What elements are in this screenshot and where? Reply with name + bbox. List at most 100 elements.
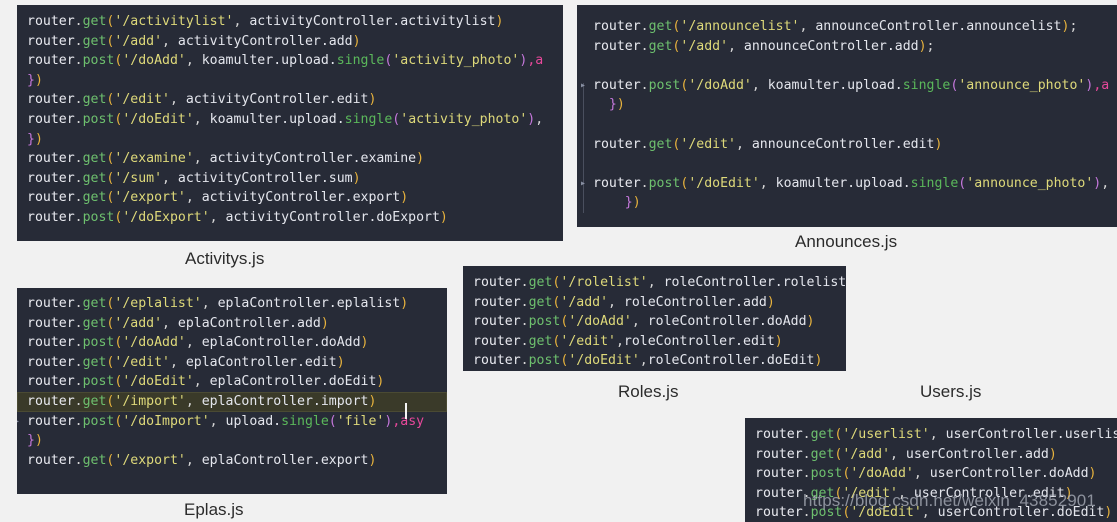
code-line[interactable]: router.get('/activitylist', activityCont… [17, 12, 563, 32]
code-block-announces[interactable]: router.get('/announcelist', announceCont… [577, 5, 1117, 227]
code-line[interactable]: router.get('/import', eplaController.imp… [17, 391, 447, 412]
code-token: '/examine' [114, 151, 194, 167]
code-block-activitys[interactable]: router.get('/activitylist', activityCont… [17, 5, 563, 241]
code-token: get [810, 427, 835, 442]
code-line[interactable]: router.post('/doAdd', koamulter.upload.s… [17, 51, 563, 71]
code-line[interactable]: ▸ router.post('/doImport', upload.single(… [17, 412, 447, 432]
code-line[interactable] [583, 154, 1117, 174]
code-line[interactable]: router.get('/edit', userController.edit) [745, 484, 1117, 504]
code-token: . [74, 315, 83, 331]
code-token: , [185, 53, 202, 69]
code-token: '/import' [114, 393, 186, 409]
code-token: '/doImport' [122, 413, 210, 429]
code-block-users[interactable]: router.get('/userlist', userController.u… [745, 418, 1117, 522]
code-token: '/doEdit' [688, 175, 760, 191]
code-token: '/doAdd' [568, 314, 632, 330]
code-token: , [185, 452, 202, 468]
code-line[interactable]: router.get('/add', activityController.ad… [17, 32, 563, 52]
code-token: , [759, 175, 776, 191]
code-token: ) [34, 72, 43, 88]
code-line[interactable]: router.post('/doEdit', userController.do… [745, 503, 1117, 522]
code-line[interactable]: }) [17, 71, 563, 91]
code-token: get [648, 136, 673, 152]
code-line[interactable]: router.get('/edit',roleController.edit) [463, 332, 846, 352]
code-line[interactable]: router.post('/doEdit',roleController.doE… [463, 351, 846, 371]
code-line[interactable]: ▸ router.post('/doAdd', koamulter.upload.… [580, 76, 1117, 96]
code-token: koamulter.upload. [209, 111, 345, 127]
code-token: router [27, 335, 75, 351]
code-line[interactable]: ▸ router.post('/doEdit', koamulter.upload… [580, 174, 1117, 194]
code-line[interactable]: router.get('/userlist', userController.u… [745, 425, 1117, 445]
fold-arrow-icon[interactable]: ▸ [580, 178, 589, 188]
code-token: ) [376, 374, 385, 390]
code-line[interactable]: router.post('/doAdd', eplaController.doA… [17, 333, 447, 353]
code-token: post [528, 314, 561, 330]
code-token: ) [1064, 485, 1073, 501]
code-token: router [27, 374, 75, 390]
code-line[interactable]: }) [583, 95, 1117, 115]
code-line[interactable]: router.get('/add', roleController.add) [463, 293, 846, 313]
code-line[interactable]: router.get('/add', announceController.ad… [583, 37, 1117, 57]
code-token: router [473, 353, 521, 369]
code-token: ) [616, 97, 625, 113]
code-line[interactable]: router.post('/doAdd', roleController.doA… [463, 312, 846, 332]
code-token: , [608, 294, 624, 310]
code-token: ) [352, 33, 361, 49]
code-token: ) [918, 38, 927, 54]
code-line[interactable] [583, 115, 1117, 135]
code-token: 'announce_photo' [966, 175, 1094, 191]
code-line[interactable]: router.get('/edit', eplaController.edit) [17, 353, 447, 373]
code-line[interactable]: router.get('/rolelist', roleController.r… [463, 273, 846, 293]
code-token: . [74, 14, 83, 29]
code-line[interactable]: router.get('/edit', announceController.e… [583, 135, 1117, 155]
code-token: , [890, 446, 906, 462]
code-block-roles[interactable]: router.get('/rolelist', roleController.r… [463, 266, 846, 371]
code-block-eplas[interactable]: router.get('/eplalist', eplaController.e… [17, 288, 447, 494]
code-line[interactable]: router.get('/export', eplaController.exp… [17, 451, 447, 471]
code-token: ) [934, 136, 943, 152]
code-line[interactable]: }) [17, 130, 563, 150]
code-token: ) [439, 209, 448, 225]
code-lines-announces: router.get('/announcelist', announceCont… [577, 5, 1117, 213]
code-token: . [802, 505, 811, 521]
code-token: post [648, 77, 681, 93]
code-token: router [755, 485, 803, 501]
code-token: post [82, 111, 115, 127]
code-token: '/export' [114, 452, 186, 468]
code-line[interactable]: router.get('/examine', activityControlle… [17, 149, 563, 169]
code-token: router [473, 333, 521, 349]
code-line[interactable] [583, 56, 1117, 76]
code-token: ,a [527, 53, 544, 69]
code-token: roleController.add [623, 294, 767, 310]
code-token: . [640, 19, 649, 34]
code-token: '/add' [680, 38, 729, 54]
code-line[interactable]: router.get('/sum', activityController.su… [17, 169, 563, 189]
code-token: get [648, 19, 673, 34]
code-line[interactable]: router.get('/export', activityController… [17, 188, 563, 208]
code-lines-users: router.get('/userlist', userController.u… [745, 418, 1117, 522]
code-token: . [74, 296, 83, 311]
code-line[interactable]: }) [17, 431, 447, 451]
code-token: . [74, 190, 83, 206]
code-line[interactable]: }) [583, 193, 1117, 213]
code-line[interactable]: router.post('/doEdit', koamulter.upload.… [17, 110, 563, 130]
code-token: '/export' [114, 190, 186, 206]
code-line[interactable]: router.get('/edit', activityController.e… [17, 90, 563, 110]
code-line[interactable]: router.post('/doEdit', eplaController.do… [17, 372, 447, 392]
code-line[interactable]: router.post('/doAdd', userController.doA… [745, 464, 1117, 484]
fold-arrow-icon[interactable]: ▸ [17, 416, 23, 426]
fold-arrow-icon[interactable]: ▸ [580, 80, 589, 90]
code-line[interactable]: router.get('/eplalist', eplaController.e… [17, 294, 447, 314]
code-token: , [185, 335, 202, 351]
code-token: '/announcelist' [680, 19, 800, 34]
code-token: , [735, 136, 752, 152]
code-line[interactable]: router.get('/announcelist', announceCont… [583, 17, 1117, 37]
code-line[interactable]: router.get('/add', eplaController.add) [17, 314, 447, 334]
code-token: eplaController.export [201, 452, 369, 468]
code-token: '/doEdit' [850, 505, 922, 521]
code-token: 'activity_photo' [400, 111, 528, 127]
code-line[interactable]: router.get('/add', userController.add) [745, 445, 1117, 465]
code-token: } [27, 72, 35, 88]
code-line[interactable]: router.post('/doExport', activityControl… [17, 208, 563, 228]
code-lines-activitys: router.get('/activitylist', activityCont… [17, 5, 563, 228]
